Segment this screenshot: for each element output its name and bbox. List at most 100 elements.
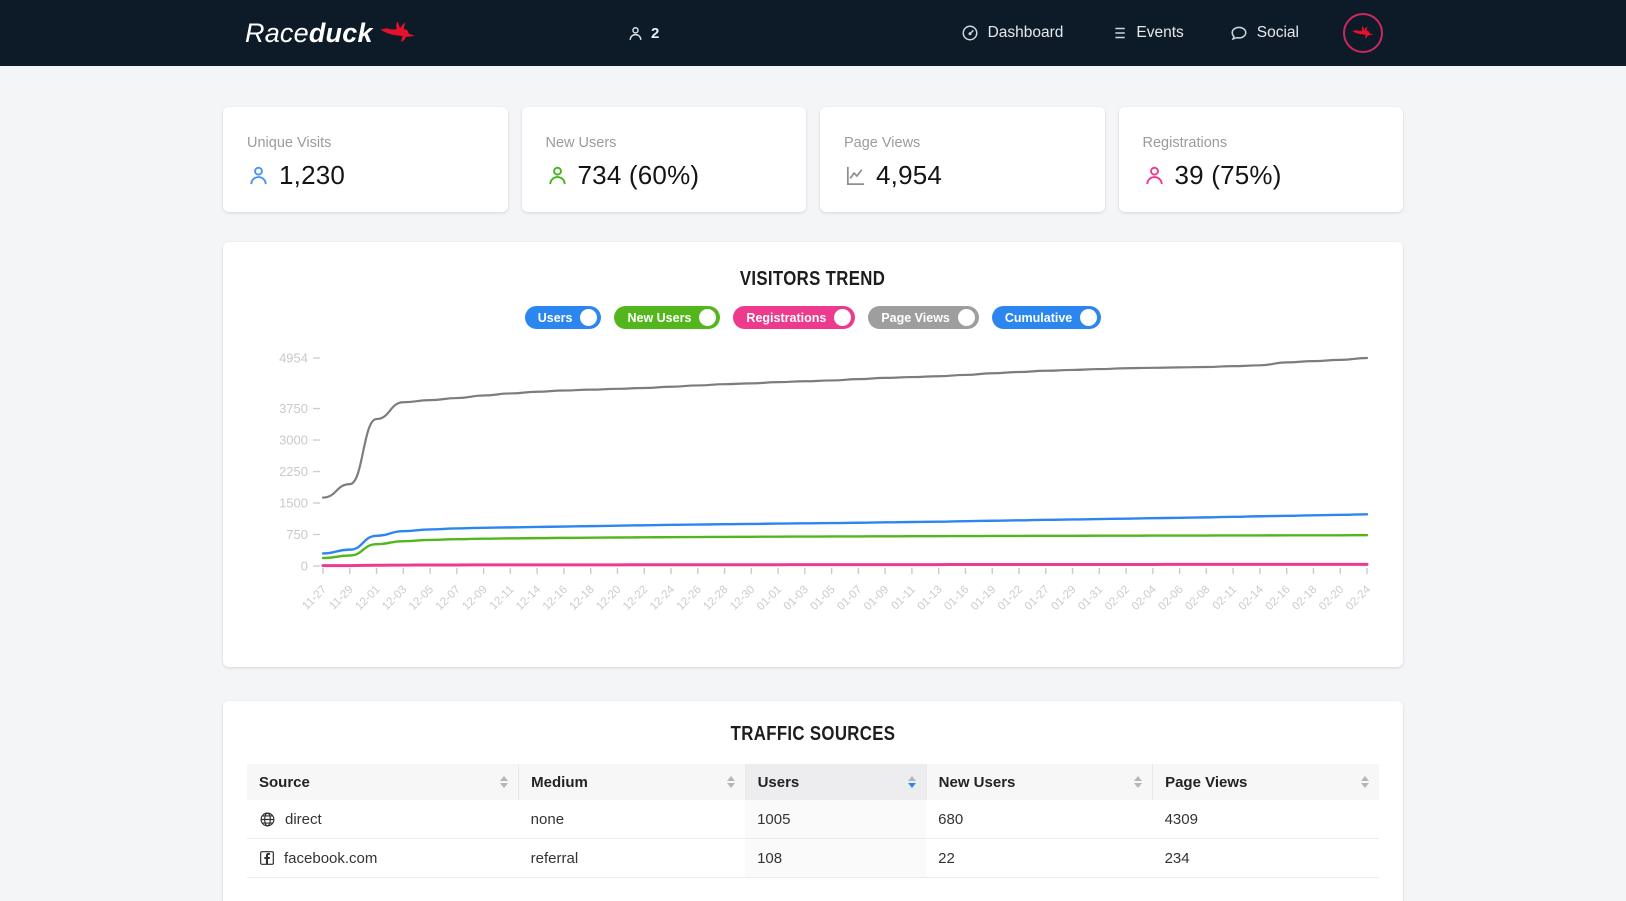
svg-text:12-11: 12-11 [488, 584, 517, 613]
stat-label: Registrations [1143, 135, 1380, 151]
table-row-facebook[interactable]: facebook.com referral 108 22 234 [247, 839, 1379, 878]
svg-text:11-27: 11-27 [300, 584, 329, 613]
toggle-label: Registrations [746, 311, 826, 325]
toggle-new-users[interactable]: New Users [614, 306, 720, 329]
online-users-count: 2 [651, 25, 659, 42]
column-label: New Users [939, 774, 1016, 791]
duck-logo-icon [380, 20, 416, 46]
svg-text:01-05: 01-05 [808, 584, 837, 613]
line-chart-icon [844, 164, 867, 187]
stat-card-unique-visits: Unique Visits 1,230 [223, 107, 508, 212]
svg-text:01-13: 01-13 [916, 584, 945, 613]
user-icon [247, 164, 270, 187]
svg-text:02-06: 02-06 [1156, 584, 1185, 613]
svg-text:12-09: 12-09 [460, 584, 489, 613]
toggle-label: Users [538, 311, 573, 325]
svg-text:01-19: 01-19 [969, 584, 998, 613]
visitors-trend-chart: 07501500225030003750495411-2711-2912-011… [247, 343, 1379, 636]
column-header-page-views[interactable]: Page Views [1153, 764, 1379, 800]
nav-item-social[interactable]: Social [1230, 24, 1299, 42]
brand-logo[interactable]: Raceduck [245, 18, 416, 49]
new-users-cell: 22 [926, 839, 1152, 878]
column-header-medium[interactable]: Medium [519, 764, 745, 800]
svg-text:01-31: 01-31 [1076, 584, 1105, 613]
svg-text:4954: 4954 [279, 351, 308, 366]
stat-label: New Users [546, 135, 783, 151]
column-header-new-users[interactable]: New Users [926, 764, 1152, 800]
medium-cell: referral [519, 839, 745, 878]
column-header-users[interactable]: Users [745, 764, 926, 800]
stat-label: Page Views [844, 135, 1081, 151]
svg-text:12-24: 12-24 [648, 583, 678, 613]
chat-icon [1230, 24, 1248, 42]
facebook-icon [259, 850, 275, 866]
sort-icon-active [908, 776, 916, 788]
traffic-sources-title: TRAFFIC SOURCES [731, 723, 896, 746]
svg-text:12-14: 12-14 [514, 583, 544, 613]
svg-text:0: 0 [301, 559, 308, 574]
svg-text:12-30: 12-30 [728, 584, 757, 613]
toggle-label: Page Views [881, 311, 950, 325]
svg-text:12-28: 12-28 [701, 584, 730, 613]
visitors-trend-title: VISITORS TREND [740, 268, 885, 291]
stat-card-page-views: Page Views 4,954 [820, 107, 1105, 212]
svg-text:02-02: 02-02 [1103, 584, 1132, 613]
page-views-cell: 4309 [1153, 800, 1379, 839]
svg-text:3000: 3000 [279, 433, 308, 448]
svg-text:12-20: 12-20 [594, 584, 623, 613]
brand-name: Raceduck [245, 18, 373, 49]
list-icon [1109, 24, 1127, 42]
online-users-indicator: 2 [627, 25, 659, 42]
user-avatar[interactable] [1343, 13, 1383, 53]
stat-cards-row: Unique Visits 1,230 New Users 734 (60%) … [223, 107, 1403, 212]
svg-text:02-11: 02-11 [1211, 584, 1240, 613]
svg-text:02-18: 02-18 [1290, 584, 1319, 613]
user-icon [627, 25, 644, 42]
nav-item-label: Dashboard [988, 24, 1064, 42]
gauge-icon [961, 24, 979, 42]
svg-text:01-29: 01-29 [1049, 584, 1078, 613]
series-toggles: Users New Users Registrations Page Views… [247, 306, 1379, 329]
stat-value: 39 (75%) [1175, 160, 1282, 191]
sort-icon [1134, 776, 1142, 788]
toggle-label: New Users [627, 311, 691, 325]
column-header-source[interactable]: Source [247, 764, 519, 800]
traffic-sources-table: Source Medium Users New Users [247, 764, 1379, 878]
svg-text:01-09: 01-09 [862, 584, 891, 613]
svg-text:12-16: 12-16 [541, 584, 570, 613]
toggle-knob [580, 309, 597, 326]
toggle-users[interactable]: Users [525, 306, 602, 329]
medium-cell: none [519, 800, 745, 839]
svg-text:02-20: 02-20 [1317, 584, 1346, 613]
column-label: Source [259, 774, 310, 791]
toggle-knob [699, 309, 716, 326]
toggle-knob [958, 309, 975, 326]
toggle-cumulative[interactable]: Cumulative [992, 306, 1101, 329]
sort-icon [500, 776, 508, 788]
stat-value: 4,954 [876, 160, 942, 191]
svg-text:1500: 1500 [279, 496, 308, 511]
svg-text:2250: 2250 [279, 464, 308, 479]
traffic-sources-card: TRAFFIC SOURCES Source Medium Users [223, 701, 1403, 901]
line-chart-canvas: 07501500225030003750495411-2711-2912-011… [247, 343, 1379, 631]
source-cell: facebook.com [284, 850, 377, 867]
stat-card-new-users: New Users 734 (60%) [522, 107, 807, 212]
duck-avatar-icon [1352, 25, 1374, 41]
svg-text:01-11: 01-11 [889, 584, 918, 613]
sort-icon [1361, 776, 1369, 788]
toggle-knob [1080, 309, 1097, 326]
toggle-label: Cumulative [1005, 311, 1072, 325]
nav-item-label: Social [1257, 24, 1299, 42]
nav-item-dashboard[interactable]: Dashboard [961, 24, 1064, 42]
svg-text:01-16: 01-16 [942, 584, 971, 613]
svg-text:750: 750 [286, 527, 308, 542]
toggle-knob [834, 309, 851, 326]
column-label: Page Views [1165, 774, 1247, 791]
nav-item-events[interactable]: Events [1109, 24, 1183, 42]
svg-text:12-26: 12-26 [675, 584, 704, 613]
column-label: Users [758, 774, 800, 791]
toggle-registrations[interactable]: Registrations [733, 306, 855, 329]
svg-text:12-22: 12-22 [621, 584, 650, 613]
table-row-direct[interactable]: direct none 1005 680 4309 [247, 800, 1379, 839]
toggle-page-views[interactable]: Page Views [868, 306, 979, 329]
